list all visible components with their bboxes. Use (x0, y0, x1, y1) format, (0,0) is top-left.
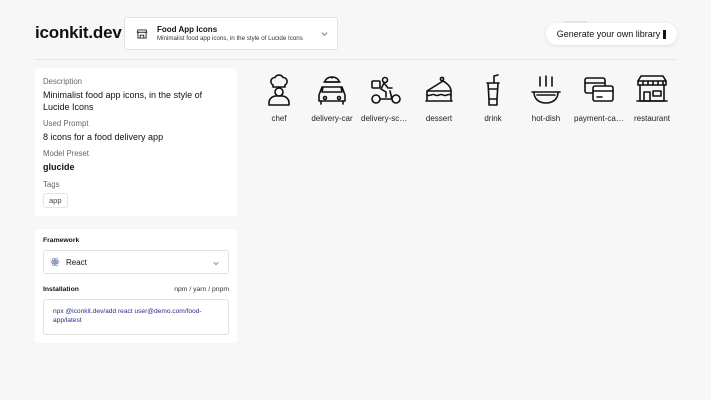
payment-icon (584, 77, 614, 102)
logo[interactable]: iconkit.dev (35, 23, 122, 43)
icon-label: delivery-car (311, 114, 353, 123)
icon-label: restaurant (633, 114, 671, 123)
drink-icon (486, 74, 500, 106)
library-subtitle: Minimalist food app icons, in the style … (157, 34, 303, 42)
icon-label: chef (271, 114, 287, 123)
icon-grid: chef delivery-car delivery-scooter (254, 73, 684, 133)
package-manager-switch[interactable]: npm / yarn / pnpm (174, 286, 229, 293)
chevron-down-icon (213, 261, 219, 266)
library-title: Food App Icons (157, 25, 218, 35)
icon-label: delivery-scooter (361, 114, 411, 123)
cursor-bar-icon (663, 29, 667, 39)
tags-label: Tags (43, 179, 60, 189)
framework-value: React (66, 257, 87, 267)
icon-label: drink (484, 114, 502, 123)
generate-library-button[interactable]: Generate your own library (546, 23, 677, 45)
hot-dish-icon (531, 75, 561, 104)
chef-icon (268, 74, 290, 106)
framework-card: Framework React Installation npm / yarn … (35, 229, 237, 343)
restaurant-icon (136, 28, 148, 39)
tag-chip[interactable]: app (43, 192, 68, 208)
framework-select[interactable]: React (43, 250, 229, 274)
icon-tile-dessert[interactable]: dessert (414, 73, 464, 123)
chevron-down-icon (321, 32, 328, 37)
framework-label: Framework (43, 237, 80, 244)
header-divider (35, 59, 676, 60)
preset-label: Model Preset (43, 149, 89, 159)
dessert-icon (425, 76, 453, 102)
install-command[interactable]: npx @iconkit.dev/add react user@demo.com… (43, 299, 229, 335)
icon-tile-payment[interactable]: payment-cards (574, 73, 624, 123)
react-icon (50, 258, 60, 266)
library-select[interactable]: Food App Icons Minimalist food app icons… (124, 17, 338, 50)
info-card: Description Minimalist food app icons, i… (35, 68, 237, 216)
delivery-car-icon (318, 76, 346, 105)
description-label: Description (43, 77, 82, 86)
prompt-label: Used Prompt (43, 119, 89, 129)
icon-tile-delivery-car[interactable]: delivery-car (307, 73, 357, 123)
icon-label: hot-dish (531, 114, 561, 123)
icon-tile-restaurant[interactable]: restaurant (627, 73, 677, 123)
icon-label: dessert (425, 114, 453, 123)
icon-tile-delivery-scooter[interactable]: delivery-scooter (361, 73, 411, 123)
preset-value: glucide (43, 162, 75, 173)
restaurant-icon (636, 75, 668, 102)
description-value: Minimalist food app icons, in the style … (43, 90, 203, 113)
icon-tile-hot-dish[interactable]: hot-dish (521, 73, 571, 123)
prompt-value: 8 icons for a food delivery app (43, 132, 164, 143)
icon-tile-chef[interactable]: chef (254, 73, 304, 123)
generate-library-label: Generate your own library (556, 29, 661, 39)
icon-tile-drink[interactable]: drink (468, 73, 518, 123)
icon-label: payment-cards (574, 114, 624, 123)
installation-label: Installation (43, 286, 79, 293)
delivery-scooter-icon (371, 76, 401, 104)
